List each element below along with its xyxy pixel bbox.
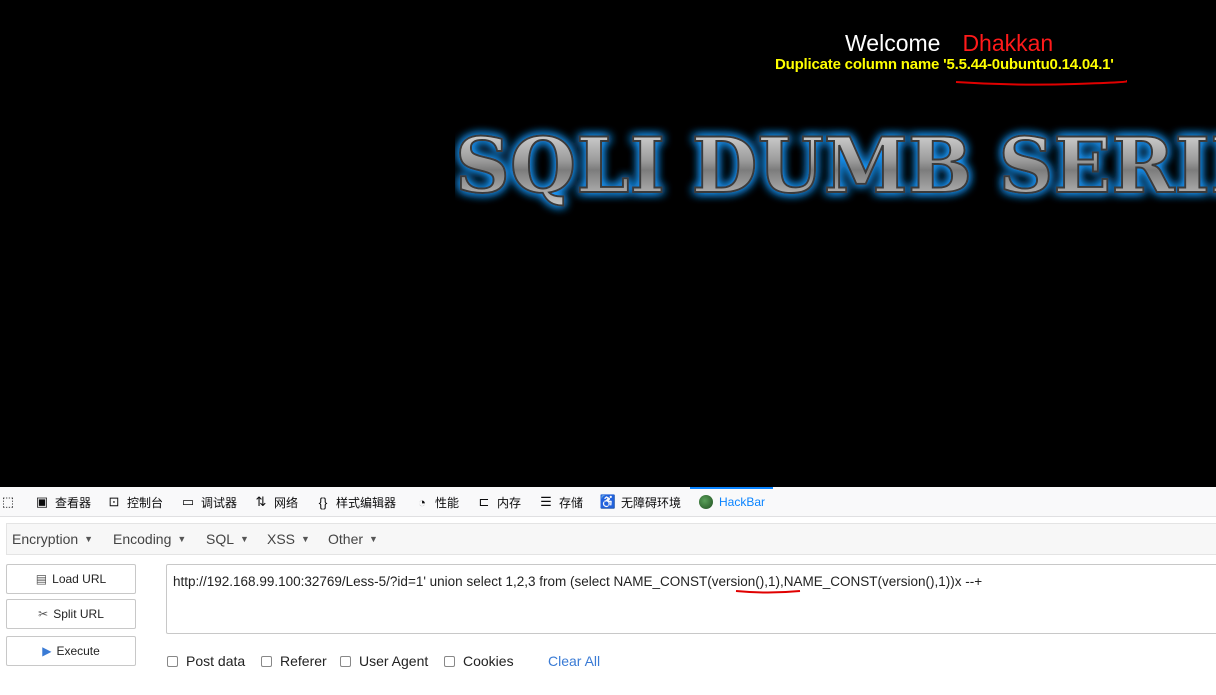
console-icon: ⊡ xyxy=(108,494,120,509)
banner-text: SQLI DUMB SERIES xyxy=(455,121,1216,210)
clear-all-link[interactable]: Clear All xyxy=(548,652,600,670)
tab-network[interactable]: ⇅ 网络 xyxy=(253,487,298,517)
dropdown-caret-icon: ▼ xyxy=(240,534,249,544)
tab-accessibility[interactable]: ♿ 无障碍环境 xyxy=(600,487,681,517)
dropdown-caret-icon: ▼ xyxy=(84,534,94,544)
post-data-checkbox[interactable] xyxy=(167,655,178,667)
memory-icon: ⊏ xyxy=(478,494,490,509)
menu-sql[interactable]: SQL ▼ xyxy=(206,524,249,554)
menu-xss[interactable]: XSS ▼ xyxy=(267,524,310,554)
style-editor-icon: {} xyxy=(318,494,328,510)
referer-option[interactable]: Referer xyxy=(261,652,327,670)
element-picker-button[interactable]: ⬚ xyxy=(0,487,21,517)
dropdown-caret-icon: ▼ xyxy=(301,534,310,544)
play-icon: ▶ xyxy=(42,644,52,658)
cookies-checkbox[interactable] xyxy=(444,655,455,667)
tab-performance[interactable]: ◔ 性能 xyxy=(414,487,459,517)
hackbar-icon xyxy=(698,494,714,510)
storage-icon: ☰ xyxy=(540,494,552,509)
sql-error-message: Duplicate column name '5.5.44-0ubuntu0.1… xyxy=(775,56,1114,73)
load-url-icon: ▤ xyxy=(35,572,48,586)
accessibility-icon: ♿ xyxy=(599,494,617,509)
load-url-button[interactable]: ▤ Load URL xyxy=(6,564,136,594)
tab-inspector[interactable]: ▣ 查看器 xyxy=(34,487,91,517)
scissors-icon: ✂ xyxy=(38,607,49,621)
sqli-dumb-series-banner: SQLI DUMB SERIES xyxy=(455,120,1216,211)
post-data-option[interactable]: Post data xyxy=(167,652,245,670)
network-icon: ⇅ xyxy=(255,494,267,509)
webpage-viewport: Welcome Dhakkan Duplicate column name '5.… xyxy=(0,0,1216,487)
tab-console[interactable]: ⊡ 控制台 xyxy=(106,487,163,517)
tab-memory[interactable]: ⊏ 内存 xyxy=(476,487,521,517)
dropdown-caret-icon: ▼ xyxy=(177,534,187,544)
execute-button[interactable]: ▶ Execute xyxy=(6,636,136,666)
devtools-tab-bar: ⬚ ▣ 查看器 ⊡ 控制台 ▭ 调试器 ⇅ 网络 {} 样式编辑器 ◔ 性能 ⊏ 内存 ☰ 存储… xyxy=(0,487,1216,517)
welcome-label: Welcome xyxy=(845,30,941,56)
user-agent-checkbox[interactable] xyxy=(340,655,351,667)
split-url-button[interactable]: ✂ Split URL xyxy=(6,599,136,629)
url-textarea[interactable]: http://192.168.99.100:32769/Less-5/?id=1… xyxy=(166,564,1216,634)
username-label: Dhakkan xyxy=(962,30,1054,56)
tab-style-editor[interactable]: {} 样式编辑器 xyxy=(315,487,396,517)
red-underline-annotation xyxy=(955,80,1127,86)
tab-hackbar[interactable]: HackBar xyxy=(689,487,774,517)
menu-other[interactable]: Other ▼ xyxy=(328,524,378,554)
tab-storage[interactable]: ☰ 存储 xyxy=(538,487,583,517)
picker-icon: ⬚ xyxy=(1,494,15,509)
dropdown-caret-icon: ▼ xyxy=(369,534,378,544)
cookies-option[interactable]: Cookies xyxy=(444,652,514,670)
welcome-line: Welcome Dhakkan xyxy=(845,30,1053,57)
inspector-icon: ▣ xyxy=(35,494,49,509)
menu-encryption[interactable]: Encryption ▼ xyxy=(12,524,93,554)
user-agent-option[interactable]: User Agent xyxy=(340,652,428,670)
url-text: http://192.168.99.100:32769/Less-5/?id=1… xyxy=(173,574,983,589)
debugger-icon: ▭ xyxy=(181,494,195,509)
menu-encoding[interactable]: Encoding ▼ xyxy=(113,524,186,554)
referer-checkbox[interactable] xyxy=(261,655,272,667)
red-underline-annotation xyxy=(735,590,801,594)
hackbar-menubar: Encryption ▼ Encoding ▼ SQL ▼ XSS ▼ Other ▼ xyxy=(6,523,1216,555)
tab-debugger[interactable]: ▭ 调试器 xyxy=(180,487,237,517)
performance-icon: ◔ xyxy=(418,494,426,510)
